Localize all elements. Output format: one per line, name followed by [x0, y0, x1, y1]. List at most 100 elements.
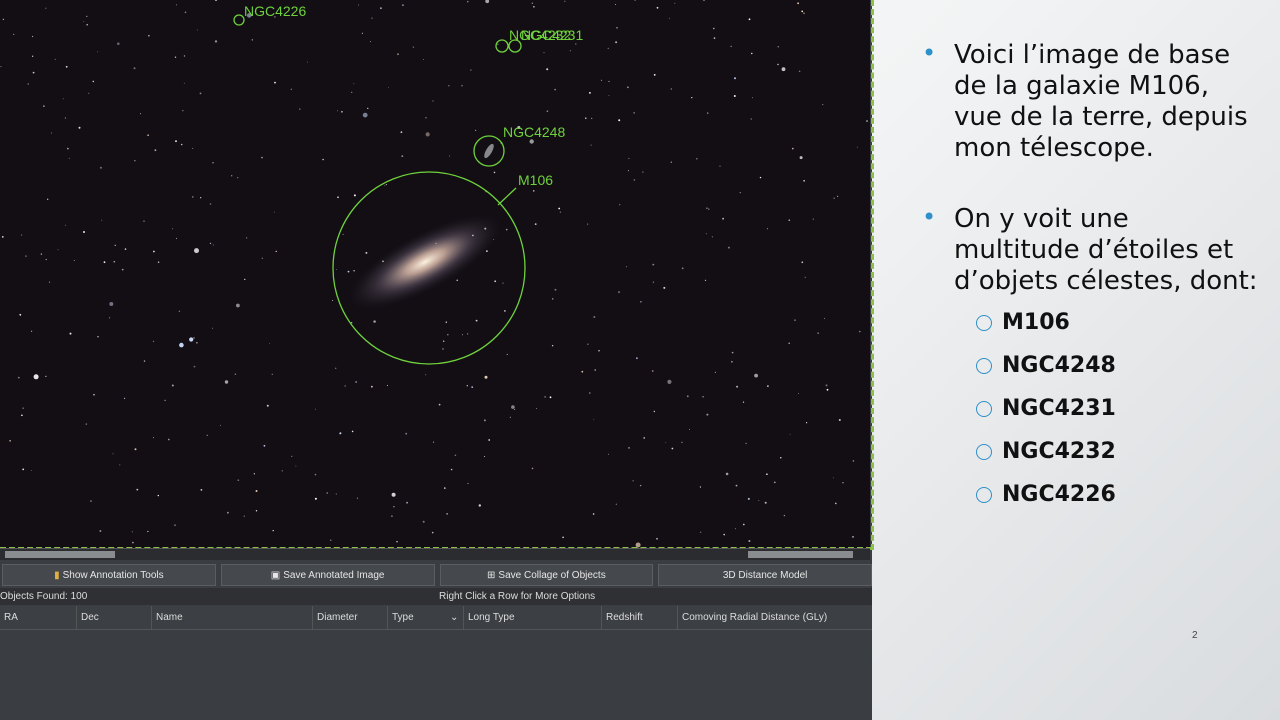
col-comoving-distance[interactable]: Comoving Radial Distance (GLy): [677, 606, 827, 630]
star: [251, 39, 253, 41]
star: [200, 489, 203, 491]
star: [733, 95, 736, 97]
col-redshift[interactable]: Redshift: [601, 606, 643, 630]
col-diameter[interactable]: Diameter: [312, 606, 358, 630]
star: [351, 430, 354, 433]
star: [388, 87, 389, 88]
star: [86, 23, 88, 26]
col-name[interactable]: Name: [151, 606, 183, 630]
col-type[interactable]: Type ⌄: [387, 606, 463, 630]
star: [706, 207, 708, 209]
star: [423, 59, 424, 60]
star: [143, 220, 145, 222]
star: [777, 63, 779, 66]
star: [157, 494, 159, 497]
star: [384, 185, 386, 187]
save-collage-button[interactable]: ⊞ Save Collage of Objects: [439, 564, 654, 586]
star: [449, 155, 450, 157]
star: [562, 536, 564, 539]
star: [134, 160, 136, 162]
star: [330, 539, 332, 541]
star: [502, 282, 504, 284]
star: [590, 144, 592, 146]
star: [825, 384, 828, 387]
star: [485, 0, 490, 4]
star: [699, 486, 702, 488]
star: [438, 403, 441, 406]
star: [40, 253, 43, 255]
star: [699, 531, 702, 533]
star: [68, 157, 70, 159]
star: [798, 70, 801, 73]
star: [189, 337, 194, 342]
star: [615, 4, 616, 5]
star: [212, 162, 214, 164]
star: [209, 203, 212, 205]
star: [446, 513, 448, 515]
star: [554, 288, 557, 291]
star: [734, 528, 736, 530]
col-ra[interactable]: RA: [0, 606, 18, 630]
star: [852, 460, 855, 462]
star: [833, 197, 835, 199]
ngc4232-marker[interactable]: [495, 39, 509, 53]
star: [663, 286, 666, 289]
star: [31, 35, 34, 38]
star: [470, 69, 472, 71]
star: [268, 343, 270, 345]
star: [450, 468, 453, 471]
star: [196, 29, 198, 31]
star: [806, 422, 808, 424]
star: [551, 345, 554, 347]
chevron-down-icon: ⌄: [450, 612, 459, 623]
star: [64, 224, 67, 226]
star: [90, 500, 92, 502]
star: [22, 407, 25, 410]
ngc4226-marker[interactable]: [233, 14, 245, 26]
star: [140, 113, 141, 115]
3d-distance-model-button[interactable]: 3D Distance Model: [658, 564, 872, 586]
star: [494, 280, 497, 283]
star: [326, 492, 329, 494]
star: [373, 320, 376, 323]
star: [47, 198, 49, 200]
star: [608, 95, 610, 96]
star: [689, 428, 690, 430]
star: [154, 149, 157, 152]
star: [347, 270, 350, 273]
star: [592, 513, 595, 515]
save-annotated-image-button[interactable]: ▣ Save Annotated Image: [220, 564, 435, 586]
star: [171, 384, 174, 387]
star: [628, 158, 630, 159]
star: [88, 92, 90, 94]
label-ngc4231: NGC4231: [521, 27, 584, 43]
star: [337, 196, 339, 199]
star: [652, 281, 655, 283]
star: [674, 2, 676, 4]
star: [431, 531, 434, 534]
star: [742, 401, 745, 403]
show-annotation-tools-button[interactable]: ▮ Show Annotation Tools: [2, 564, 216, 586]
image-icon: ▣: [270, 569, 281, 581]
star: [754, 373, 758, 378]
col-long-type[interactable]: Long Type: [463, 606, 515, 630]
horizontal-scrollbar[interactable]: [0, 548, 870, 560]
star: [514, 408, 516, 410]
star: [783, 514, 786, 517]
star: [21, 234, 23, 236]
star: [643, 437, 645, 439]
col-dec[interactable]: Dec: [76, 606, 99, 630]
star: [99, 166, 102, 169]
star: [387, 385, 388, 386]
star: [432, 100, 434, 102]
star: [299, 108, 301, 110]
star: [531, 467, 534, 470]
star: [798, 393, 799, 394]
star: [143, 360, 146, 362]
star: [627, 86, 629, 89]
star: [332, 300, 334, 301]
star: [642, 171, 644, 173]
star: [179, 342, 184, 348]
star: [57, 249, 59, 251]
star: [133, 67, 136, 70]
